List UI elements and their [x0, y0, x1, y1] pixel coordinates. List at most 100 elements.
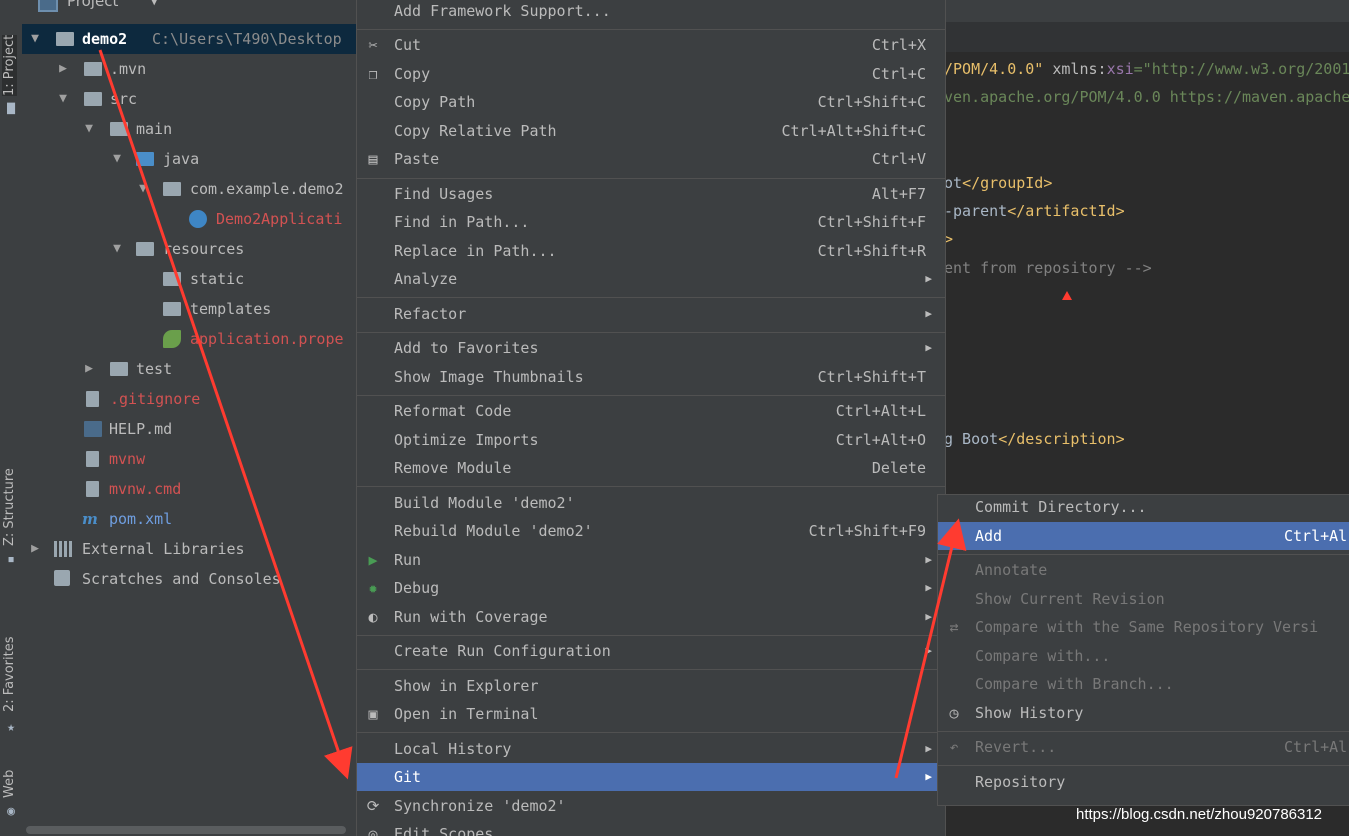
- menu-item-create-run-configuration[interactable]: Create Run Configuration ▶: [357, 637, 945, 665]
- project-view-icon: [38, 0, 58, 12]
- expand-arrow-icon[interactable]: ▶: [82, 354, 96, 384]
- menu-item-analyze[interactable]: Analyze ▶: [357, 265, 945, 293]
- expand-arrow-icon[interactable]: ▼: [56, 84, 70, 114]
- revert-icon: ↶: [949, 738, 959, 756]
- tree-item-label: mvnw.cmd: [109, 480, 182, 498]
- menu-item-synchronize[interactable]: ⟳ Synchronize 'demo2': [357, 792, 945, 820]
- tree-item-templates[interactable]: templates: [22, 294, 356, 324]
- menu-item-refactor[interactable]: Refactor ▶: [357, 300, 945, 328]
- menu-item-label: Rebuild Module 'demo2': [394, 522, 593, 540]
- menu-item-shortcut: Ctrl+V: [871, 150, 926, 168]
- code-comment: ent from repository -->: [944, 259, 1152, 277]
- expand-arrow-icon[interactable]: ▼: [28, 24, 42, 54]
- menu-item-label: Compare with...: [975, 647, 1111, 665]
- menu-separator: [357, 178, 945, 179]
- tree-item-mvn[interactable]: ▶ .mvn: [22, 54, 356, 84]
- menu-item-paste[interactable]: ▤ Paste Ctrl+V: [357, 145, 945, 173]
- submenu-item-compare-with[interactable]: Compare with...: [938, 642, 1349, 670]
- web-tool-tab[interactable]: Web: [2, 770, 17, 798]
- tree-item-label: resources: [163, 240, 245, 258]
- menu-item-copy[interactable]: ❐ Copy Ctrl+C: [357, 60, 945, 88]
- expand-arrow-icon[interactable]: ▶: [56, 54, 70, 84]
- tree-item-label: src: [110, 90, 138, 108]
- expand-arrow-icon[interactable]: ▼: [82, 114, 96, 144]
- menu-item-copy-path[interactable]: Copy Path Ctrl+Shift+C: [357, 88, 945, 116]
- tree-item-java[interactable]: ▼ java: [22, 144, 356, 174]
- tree-item-src[interactable]: ▼ src: [22, 84, 356, 114]
- expand-arrow-icon[interactable]: ▶: [28, 534, 42, 564]
- tree-item-application-properties[interactable]: application.prope: [22, 324, 356, 354]
- tree-item-scratches[interactable]: Scratches and Consoles: [22, 564, 356, 594]
- git-submenu: Commit Directory... + Add Ctrl+Al Annota…: [937, 494, 1349, 806]
- menu-item-local-history[interactable]: Local History ▶: [357, 735, 945, 763]
- tree-item-demo2[interactable]: ▼ demo2 C:\Users\T490\Desktop: [22, 24, 356, 54]
- module-folder-icon: [56, 32, 74, 46]
- tree-item-help-md[interactable]: HELP.md: [22, 414, 356, 444]
- menu-item-remove-module[interactable]: Remove Module Delete: [357, 454, 945, 482]
- scrollbar-thumb[interactable]: [26, 826, 346, 834]
- submenu-item-compare-with-branch[interactable]: Compare with Branch...: [938, 670, 1349, 698]
- submenu-item-show-current-revision[interactable]: Show Current Revision: [938, 585, 1349, 613]
- menu-item-shortcut: Ctrl+Shift+R: [817, 242, 926, 260]
- folder-icon: ▆: [7, 100, 15, 115]
- menu-item-rebuild-module[interactable]: Rebuild Module 'demo2' Ctrl+Shift+F9: [357, 517, 945, 545]
- tree-item-mvnw[interactable]: mvnw: [22, 444, 356, 474]
- expand-arrow-icon[interactable]: ▼: [110, 144, 124, 174]
- submenu-item-compare-same-repo[interactable]: ⇄ Compare with the Same Repository Versi: [938, 613, 1349, 641]
- folder-icon: [163, 272, 181, 286]
- project-tool-tab[interactable]: 1: Project: [2, 34, 17, 96]
- menu-item-build-module[interactable]: Build Module 'demo2': [357, 489, 945, 517]
- menu-item-open-in-terminal[interactable]: ▣ Open in Terminal: [357, 700, 945, 728]
- menu-item-git[interactable]: Git ▶: [357, 763, 945, 791]
- menu-item-reformat-code[interactable]: Reformat Code Ctrl+Alt+L: [357, 397, 945, 425]
- menu-item-run[interactable]: ▶ Run ▶: [357, 546, 945, 574]
- tree-item-application-class[interactable]: Demo2Applicati: [22, 204, 356, 234]
- submenu-item-annotate[interactable]: Annotate: [938, 556, 1349, 584]
- tree-item-static[interactable]: static: [22, 264, 356, 294]
- menu-item-find-usages[interactable]: Find Usages Alt+F7: [357, 180, 945, 208]
- tree-item-label: demo2: [82, 30, 128, 48]
- menu-item-run-with-coverage[interactable]: ◐ Run with Coverage ▶: [357, 603, 945, 631]
- tree-item-external-libraries[interactable]: ▶ External Libraries: [22, 534, 356, 564]
- module-path: C:\Users\T490\Desktop: [152, 30, 342, 48]
- tree-item-test[interactable]: ▶ test: [22, 354, 356, 384]
- menu-item-add-to-favorites[interactable]: Add to Favorites ▶: [357, 334, 945, 362]
- menu-item-shortcut: Ctrl+Alt+Shift+C: [781, 122, 927, 140]
- compare-icon: ⇄: [949, 618, 959, 636]
- submenu-item-commit-directory[interactable]: Commit Directory...: [938, 495, 1349, 521]
- globe-icon: ◉: [7, 804, 15, 819]
- resources-folder-icon: [136, 242, 154, 256]
- menu-item-edit-scopes[interactable]: ◎ Edit Scopes...: [357, 820, 945, 836]
- menu-item-cut[interactable]: ✂ Cut Ctrl+X: [357, 31, 945, 59]
- expand-arrow-icon[interactable]: ▼: [110, 234, 124, 264]
- submenu-item-show-history[interactable]: ◷ Show History: [938, 699, 1349, 727]
- menu-item-find-in-path[interactable]: Find in Path... Ctrl+Shift+F: [357, 208, 945, 236]
- submenu-item-repository[interactable]: Repository: [938, 768, 1349, 796]
- project-panel-header[interactable]: Project ▼: [22, 0, 356, 18]
- run-icon: ▶: [368, 551, 378, 569]
- menu-item-replace-in-path[interactable]: Replace in Path... Ctrl+Shift+R: [357, 237, 945, 265]
- structure-tool-tab[interactable]: Z: Structure: [2, 468, 17, 546]
- menu-item-show-in-explorer[interactable]: Show in Explorer: [357, 672, 945, 700]
- tree-item-pom-xml[interactable]: m pom.xml: [22, 504, 356, 534]
- tree-item-resources[interactable]: ▼ resources: [22, 234, 356, 264]
- menu-item-label: Annotate: [975, 561, 1048, 579]
- menu-item-debug[interactable]: ✹ Debug ▶: [357, 574, 945, 602]
- submenu-item-revert[interactable]: ↶ Revert... Ctrl+Al: [938, 733, 1349, 761]
- tree-item-package[interactable]: ▼ com.example.demo2: [22, 174, 356, 204]
- chevron-down-icon[interactable]: ▼: [150, 0, 158, 7]
- tree-item-mvnw-cmd[interactable]: mvnw.cmd: [22, 474, 356, 504]
- tree-item-main[interactable]: ▼ main: [22, 114, 356, 144]
- favorites-tool-tab[interactable]: 2: Favorites: [2, 636, 17, 712]
- menu-item-add-framework-support[interactable]: Add Framework Support...: [357, 0, 945, 25]
- plus-icon: +: [948, 526, 960, 546]
- submenu-item-add[interactable]: + Add Ctrl+Al: [938, 522, 1349, 550]
- menu-item-copy-relative-path[interactable]: Copy Relative Path Ctrl+Alt+Shift+C: [357, 117, 945, 145]
- horizontal-scrollbar[interactable]: [22, 824, 356, 836]
- tree-item-gitignore[interactable]: .gitignore: [22, 384, 356, 414]
- code-line: g Boot</description>: [944, 430, 1125, 448]
- tree-item-label: External Libraries: [82, 540, 245, 558]
- menu-item-optimize-imports[interactable]: Optimize Imports Ctrl+Alt+O: [357, 426, 945, 454]
- menu-item-show-image-thumbnails[interactable]: Show Image Thumbnails Ctrl+Shift+T: [357, 363, 945, 391]
- expand-arrow-icon[interactable]: ▼: [136, 174, 150, 204]
